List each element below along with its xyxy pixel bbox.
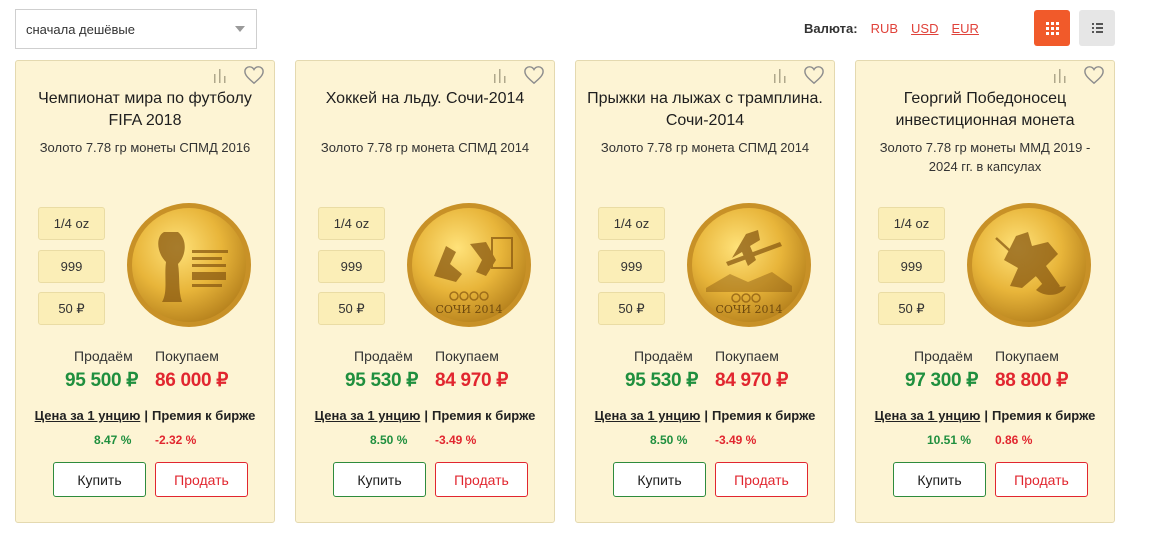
buy-label: Покупаем bbox=[995, 348, 1059, 364]
sort-select[interactable]: сначала дешёвые bbox=[15, 9, 257, 49]
product-title[interactable]: Чемпионат мира по футболу FIFA 2018 bbox=[26, 88, 264, 132]
price-links: Цена за 1 унцию | Премия к бирже bbox=[576, 408, 834, 423]
premium-label: Премия к бирже bbox=[432, 408, 536, 423]
price-per-oz-link[interactable]: Цена за 1 унцию bbox=[35, 408, 141, 423]
separator: | bbox=[144, 408, 149, 423]
price-per-oz-link[interactable]: Цена за 1 унцию bbox=[595, 408, 701, 423]
favorite-heart-icon[interactable] bbox=[243, 65, 265, 85]
purity-chip: 999 bbox=[318, 250, 385, 283]
buy-price: 88 800 ₽ bbox=[995, 370, 1069, 391]
list-icon bbox=[1091, 23, 1103, 33]
product-title[interactable]: Георгий Победоносец инвестиционная монет… bbox=[866, 88, 1104, 132]
sell-button[interactable]: Продать bbox=[155, 462, 248, 497]
currency-rub-link[interactable]: RUB bbox=[871, 21, 898, 36]
nominal-chip: 50 ₽ bbox=[598, 292, 665, 325]
price-links: Цена за 1 унцию | Премия к бирже bbox=[16, 408, 274, 423]
separator: | bbox=[704, 408, 709, 423]
premium-label: Премия к бирже bbox=[712, 408, 816, 423]
sell-button[interactable]: Продать bbox=[435, 462, 528, 497]
price-per-oz-link[interactable]: Цена за 1 унцию bbox=[875, 408, 981, 423]
buy-label: Покупаем bbox=[435, 348, 499, 364]
purity-chip: 999 bbox=[38, 250, 105, 283]
premium-label: Премия к бирже bbox=[992, 408, 1096, 423]
product-description: Золото 7.78 гр монеты СПМД 2016 bbox=[39, 140, 251, 155]
buy-button[interactable]: Купить bbox=[53, 462, 146, 497]
price-per-oz-link[interactable]: Цена за 1 унцию bbox=[315, 408, 421, 423]
sell-price: 97 300 ₽ bbox=[905, 370, 979, 391]
sort-select-value: сначала дешёвые bbox=[26, 21, 136, 37]
price-per-oz-percent: 8.50 % bbox=[370, 433, 408, 447]
saint-george-coin-icon[interactable] bbox=[966, 202, 1092, 328]
weight-chip: 1/4 oz bbox=[878, 207, 945, 240]
ski-jump-coin-icon[interactable]: СОЧИ 2014 bbox=[686, 202, 812, 328]
sell-price: 95 530 ₽ bbox=[345, 370, 419, 391]
sell-label: Продаём bbox=[354, 348, 413, 364]
buy-price: 84 970 ₽ bbox=[715, 370, 789, 391]
buy-label: Покупаем bbox=[155, 348, 219, 364]
fifa-cup-coin-icon[interactable] bbox=[126, 202, 252, 328]
favorite-heart-icon[interactable] bbox=[803, 65, 825, 85]
currency-eur-link[interactable]: EUR bbox=[952, 21, 979, 36]
buy-label: Покупаем bbox=[715, 348, 779, 364]
product-card-1: Чемпионат мира по футболу FIFA 2018 Золо… bbox=[15, 60, 275, 523]
sell-label: Продаём bbox=[74, 348, 133, 364]
buy-price: 86 000 ₽ bbox=[155, 370, 229, 391]
price-links: Цена за 1 унцию | Премия к бирже bbox=[296, 408, 554, 423]
product-title[interactable]: Хоккей на льду. Сочи-2014 bbox=[306, 88, 544, 110]
sell-button[interactable]: Продать bbox=[715, 462, 808, 497]
product-card-2: Хоккей на льду. Сочи-2014 Золото 7.78 гр… bbox=[295, 60, 555, 523]
purity-chip: 999 bbox=[598, 250, 665, 283]
grid-icon bbox=[1045, 21, 1059, 35]
premium-percent: -3.49 % bbox=[435, 433, 477, 447]
grid-view-button[interactable] bbox=[1034, 10, 1070, 46]
list-view-button[interactable] bbox=[1079, 10, 1115, 46]
chevron-down-icon bbox=[235, 26, 245, 32]
premium-label: Премия к бирже bbox=[152, 408, 256, 423]
compare-stats-icon[interactable] bbox=[1051, 67, 1069, 85]
nominal-chip: 50 ₽ bbox=[38, 292, 105, 325]
compare-stats-icon[interactable] bbox=[491, 67, 509, 85]
weight-chip: 1/4 oz bbox=[318, 207, 385, 240]
favorite-heart-icon[interactable] bbox=[1083, 65, 1105, 85]
sell-price: 95 530 ₽ bbox=[625, 370, 699, 391]
sell-label: Продаём bbox=[914, 348, 973, 364]
product-description: Золото 7.78 гр монета СПМД 2014 bbox=[600, 140, 810, 155]
coin-inscription: СОЧИ 2014 bbox=[715, 303, 782, 316]
nominal-chip: 50 ₽ bbox=[318, 292, 385, 325]
currency-switcher: Валюта: RUB USD EUR bbox=[804, 21, 992, 36]
premium-percent: 0.86 % bbox=[995, 433, 1033, 447]
coin-inscription: СОЧИ 2014 bbox=[435, 303, 502, 316]
price-per-oz-percent: 10.51 % bbox=[927, 433, 972, 447]
favorite-heart-icon[interactable] bbox=[523, 65, 545, 85]
buy-button[interactable]: Купить bbox=[333, 462, 426, 497]
compare-stats-icon[interactable] bbox=[771, 67, 789, 85]
nominal-chip: 50 ₽ bbox=[878, 292, 945, 325]
currency-label: Валюта: bbox=[804, 21, 858, 36]
product-description: Золото 7.78 гр монеты ММД 2019 - 2024 гг… bbox=[879, 140, 1091, 174]
separator: | bbox=[984, 408, 989, 423]
compare-stats-icon[interactable] bbox=[211, 67, 229, 85]
price-links: Цена за 1 унцию | Премия к бирже bbox=[856, 408, 1114, 423]
price-per-oz-percent: 8.47 % bbox=[94, 433, 132, 447]
sell-price: 95 500 ₽ bbox=[65, 370, 139, 391]
purity-chip: 999 bbox=[878, 250, 945, 283]
premium-percent: -3.49 % bbox=[715, 433, 757, 447]
product-description: Золото 7.78 гр монета СПМД 2014 bbox=[320, 140, 530, 155]
separator: | bbox=[424, 408, 429, 423]
sell-button[interactable]: Продать bbox=[995, 462, 1088, 497]
weight-chip: 1/4 oz bbox=[598, 207, 665, 240]
hockey-coin-icon[interactable]: СОЧИ 2014 bbox=[406, 202, 532, 328]
product-card-3: Прыжки на лыжах с трамплина. Сочи-2014 З… bbox=[575, 60, 835, 523]
product-title[interactable]: Прыжки на лыжах с трамплина. Сочи-2014 bbox=[586, 88, 824, 132]
buy-button[interactable]: Купить bbox=[613, 462, 706, 497]
buy-price: 84 970 ₽ bbox=[435, 370, 509, 391]
price-per-oz-percent: 8.50 % bbox=[650, 433, 688, 447]
sell-label: Продаём bbox=[634, 348, 693, 364]
product-card-4: Георгий Победоносец инвестиционная монет… bbox=[855, 60, 1115, 523]
currency-usd-link[interactable]: USD bbox=[911, 21, 938, 36]
premium-percent: -2.32 % bbox=[155, 433, 197, 447]
weight-chip: 1/4 oz bbox=[38, 207, 105, 240]
buy-button[interactable]: Купить bbox=[893, 462, 986, 497]
